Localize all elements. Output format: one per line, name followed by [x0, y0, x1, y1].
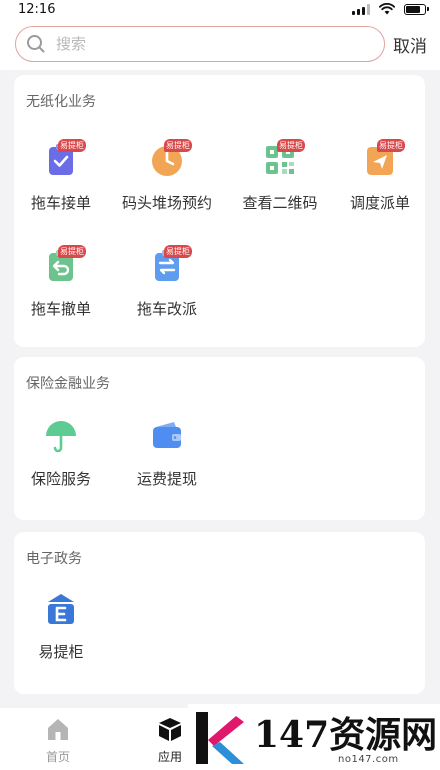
- watermark-logo-icon: [196, 712, 244, 764]
- item-view-qr-code[interactable]: 易提柜 查看二维码: [230, 139, 330, 233]
- item-terminal-booking[interactable]: 易提柜 码头堆场预约: [117, 139, 217, 233]
- cube-icon: [159, 718, 181, 741]
- watermark: 147资源网 no147.com: [188, 704, 440, 770]
- section-title: 保险金融业务: [26, 376, 110, 392]
- item-dispatch-order[interactable]: 易提柜 调度派单: [330, 139, 430, 233]
- section-insurance-finance: 保险金融业务 保险服务 运费提现: [14, 357, 425, 520]
- tab-home[interactable]: 首页: [28, 708, 88, 770]
- cancel-button[interactable]: 取消: [393, 32, 427, 57]
- battery-icon: [404, 3, 429, 15]
- search-icon: [27, 35, 45, 53]
- item-tow-accept[interactable]: 易提柜 拖车接单: [11, 139, 111, 233]
- item-tow-cancel[interactable]: 易提柜 拖车撤单: [11, 245, 111, 339]
- badge: 易提柜: [277, 139, 305, 152]
- watermark-url: no147.com: [338, 754, 399, 765]
- section-title: 电子政务: [26, 551, 82, 567]
- item-label: 拖车撤单: [30, 300, 91, 318]
- item-label: 码头堆场预约: [121, 194, 212, 212]
- home-icon: [48, 719, 68, 740]
- search-input[interactable]: [56, 35, 356, 53]
- badge: 易提柜: [58, 245, 86, 258]
- e-box-icon: [48, 594, 74, 624]
- status-icons: [352, 3, 429, 15]
- section-paperless: 无纸化业务 易提柜 拖车接单 易提柜 码头堆场预约 易提柜 查看二维码 易提柜 …: [14, 75, 425, 347]
- item-label: 调度派单: [349, 194, 410, 212]
- umbrella-icon: [46, 421, 76, 453]
- tab-label: 首页: [45, 750, 70, 764]
- badge: 易提柜: [377, 139, 405, 152]
- item-label: 拖车改派: [136, 300, 197, 318]
- item-easy-container[interactable]: 易提柜: [11, 592, 111, 682]
- badge: 易提柜: [164, 139, 192, 152]
- status-bar: 12:16: [0, 0, 440, 18]
- section-e-government: 电子政务 易提柜: [14, 532, 425, 694]
- signal-icon: [352, 3, 370, 15]
- item-label: 运费提现: [136, 470, 197, 488]
- wifi-icon: [379, 3, 395, 15]
- item-label: 保险服务: [30, 470, 91, 488]
- item-label: 易提柜: [38, 643, 84, 661]
- search-box[interactable]: [15, 26, 385, 62]
- status-time: 12:16: [18, 1, 56, 17]
- badge: 易提柜: [164, 245, 192, 258]
- search-bar: 取消: [0, 18, 440, 70]
- section-title: 无纸化业务: [26, 94, 96, 110]
- item-label: 查看二维码: [242, 194, 318, 212]
- item-label: 拖车接单: [30, 194, 91, 212]
- item-tow-reassign[interactable]: 易提柜 拖车改派: [117, 245, 217, 339]
- wallet-icon: [153, 422, 181, 448]
- badge: 易提柜: [58, 139, 86, 152]
- watermark-text: 147资源网: [254, 714, 438, 756]
- item-insurance-service[interactable]: 保险服务: [11, 419, 111, 509]
- item-freight-withdrawal[interactable]: 运费提现: [117, 419, 217, 509]
